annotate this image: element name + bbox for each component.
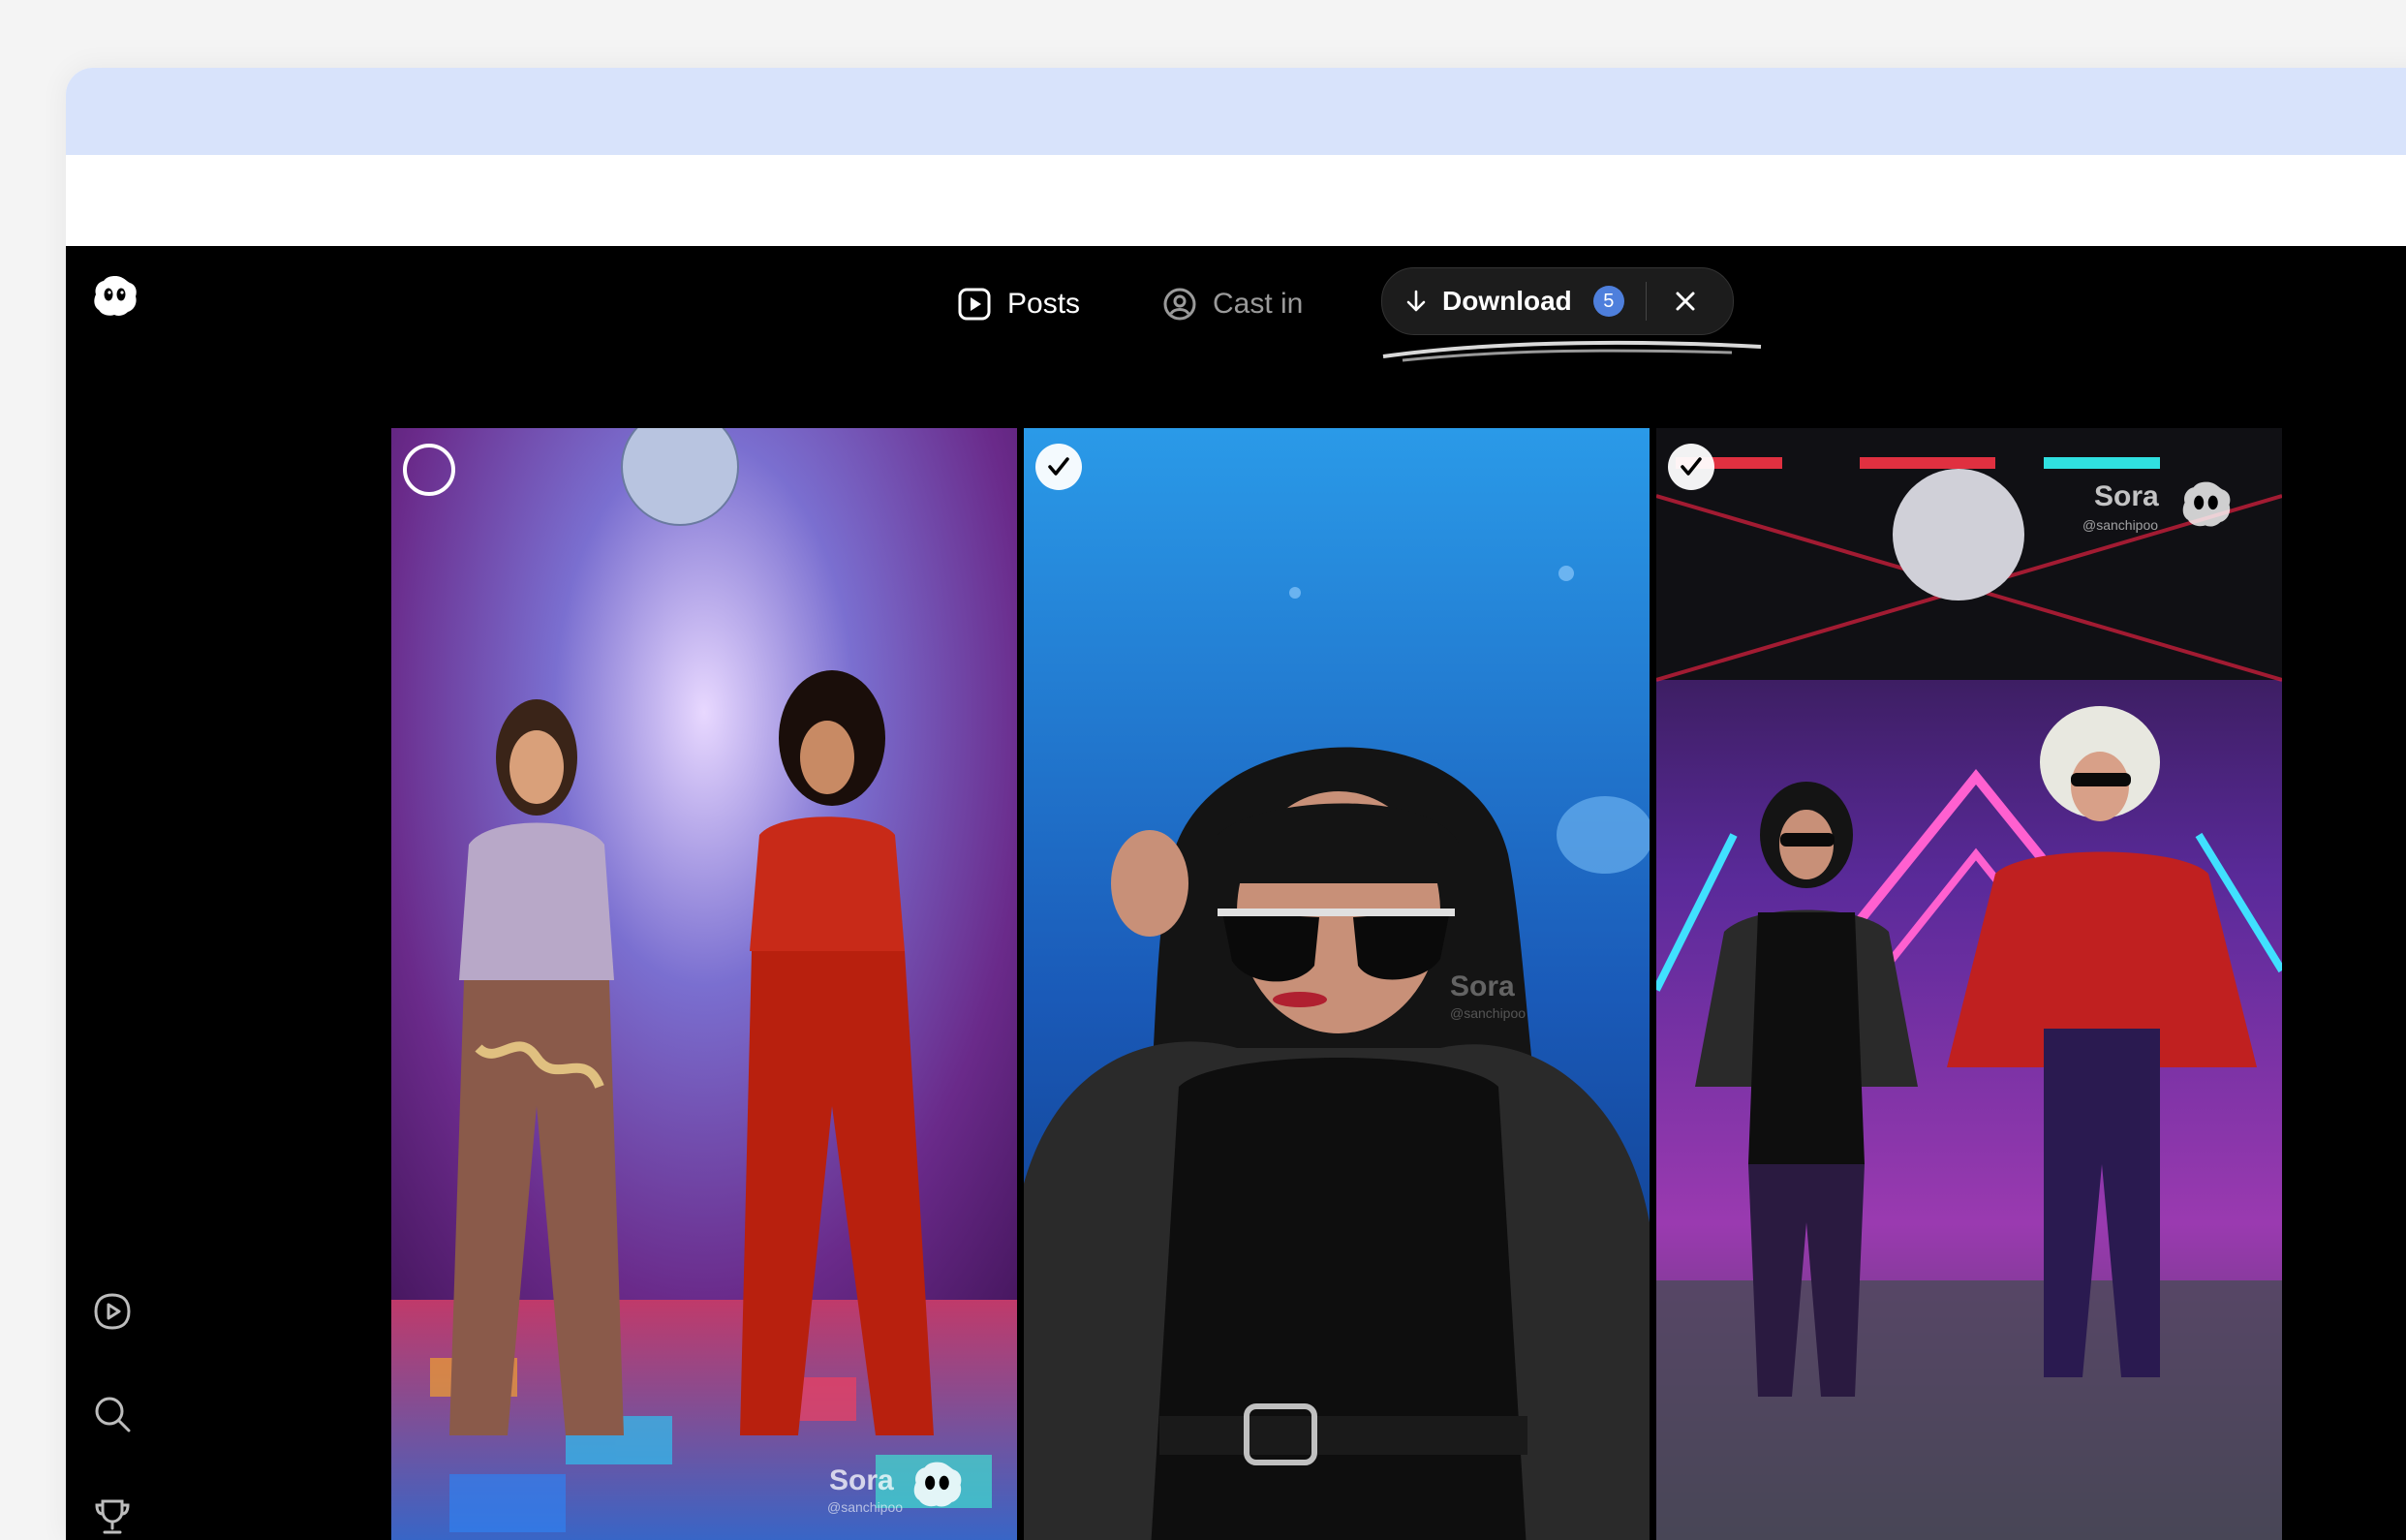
tab-cast-in[interactable]: Cast in: [1162, 279, 1303, 329]
tab-posts[interactable]: Posts: [957, 279, 1080, 329]
watermark-handle: @sanchipoo: [827, 1499, 904, 1515]
video-thumbnail: [1024, 428, 1650, 1540]
browser-window: Posts Cast in Download 5 Sora @sanchipoo…: [66, 68, 2406, 1540]
arrow-down-icon: [1406, 290, 1426, 312]
trophy-icon: [95, 1499, 130, 1534]
select-toggle[interactable]: [1035, 444, 1082, 490]
video-card[interactable]: Sora @sanchipoo: [1024, 428, 1650, 1540]
video-thumbnail: [1656, 428, 2282, 1540]
browser-tab-bar: [66, 68, 2406, 155]
download-count-badge: 5: [1592, 286, 1624, 317]
download-button[interactable]: Download 5: [1382, 268, 1624, 334]
checkmark-icon: [1681, 457, 1702, 476]
close-selection-button[interactable]: [1647, 268, 1724, 334]
user-circle-icon: [1163, 288, 1196, 321]
watermark-text: Sora: [2094, 480, 2159, 512]
watermark-handle: @sanchipoo: [1450, 1005, 1527, 1021]
play-square-icon: [958, 288, 991, 321]
video-card[interactable]: Sora @sanchipoo: [391, 428, 1017, 1540]
sora-watermark-icon: [2182, 481, 2231, 527]
select-toggle[interactable]: [1668, 444, 1714, 490]
sidebar-item-leaderboard[interactable]: [91, 1495, 134, 1538]
sora-app: Posts Cast in Download 5 Sora @sanchipoo…: [66, 246, 2406, 1540]
select-toggle[interactable]: [403, 444, 455, 496]
close-icon: [1676, 292, 1695, 311]
search-icon: [95, 1397, 131, 1432]
tab-posts-label: Posts: [1007, 288, 1081, 320]
browser-toolbar: [66, 155, 2406, 246]
watermark-text: Sora: [1450, 970, 1515, 1002]
tab-cast-in-label: Cast in: [1213, 288, 1304, 320]
top-navigation: Posts Cast in Download 5: [66, 246, 2406, 362]
sidebar-item-posts[interactable]: [91, 1290, 134, 1333]
checkmark-icon: [1048, 457, 1069, 476]
sidebar: [91, 1290, 149, 1540]
video-thumbnail: [391, 428, 1017, 1540]
sidebar-item-search[interactable]: [91, 1393, 134, 1435]
play-icon: [94, 1293, 131, 1330]
video-card[interactable]: Sora @sanchipoo: [1656, 428, 2282, 1540]
download-bar: Download 5: [1381, 267, 1734, 335]
sora-watermark-icon: [913, 1462, 962, 1507]
download-label: Download: [1442, 286, 1572, 316]
watermark-text: Sora: [829, 1464, 894, 1496]
scribble-decoration: [1382, 340, 1762, 362]
watermark-handle: @sanchipoo: [2082, 517, 2159, 533]
